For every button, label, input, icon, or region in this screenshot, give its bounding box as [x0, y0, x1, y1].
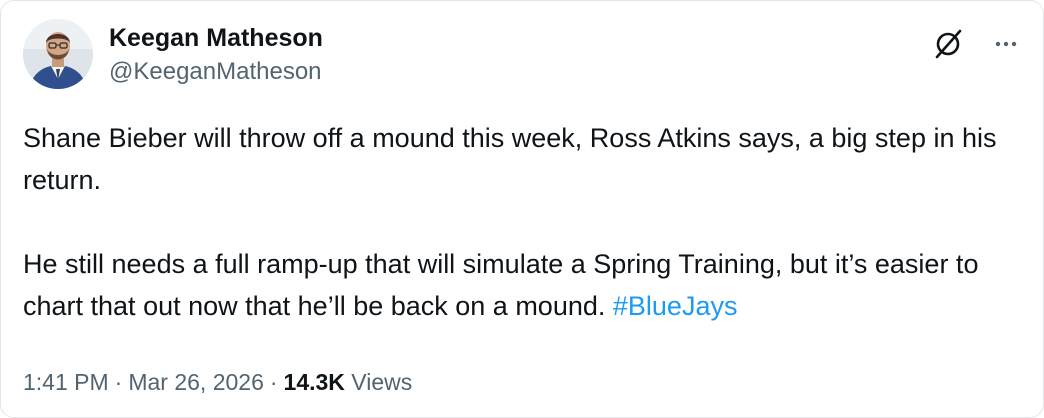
display-name[interactable]: Keegan Matheson	[109, 23, 323, 53]
tweet-meta: 1:41 PM · Mar 26, 2026 · 14.3K Views	[23, 365, 412, 399]
tweet-time[interactable]: 1:41 PM	[23, 369, 109, 395]
user-names: Keegan Matheson @KeeganMatheson	[109, 23, 323, 87]
meta-separator: ·	[114, 369, 123, 395]
views-label: Views	[351, 369, 413, 395]
tweet-text: Shane Bieber will throw off a mound this…	[23, 117, 1023, 327]
views-count: 14.3K	[283, 369, 345, 395]
tweet-paragraph-2: He still needs a full ramp-up that will …	[23, 243, 1023, 327]
avatar-image	[23, 19, 93, 89]
grok-icon[interactable]	[931, 27, 965, 61]
meta-separator: ·	[269, 369, 278, 395]
tweet-card: Keegan Matheson @KeeganMatheson Shane Bi…	[0, 0, 1044, 418]
tweet-paragraph-2-text: He still needs a full ramp-up that will …	[23, 249, 979, 321]
tweet-date[interactable]: Mar 26, 2026	[128, 369, 264, 395]
hashtag-link[interactable]: #BlueJays	[613, 291, 738, 321]
user-handle[interactable]: @KeeganMatheson	[109, 57, 323, 87]
tweet-paragraph-1: Shane Bieber will throw off a mound this…	[23, 123, 997, 195]
avatar[interactable]	[23, 19, 93, 89]
tweet-header: Keegan Matheson @KeeganMatheson	[23, 19, 1021, 95]
more-options-icon[interactable]	[991, 29, 1021, 59]
